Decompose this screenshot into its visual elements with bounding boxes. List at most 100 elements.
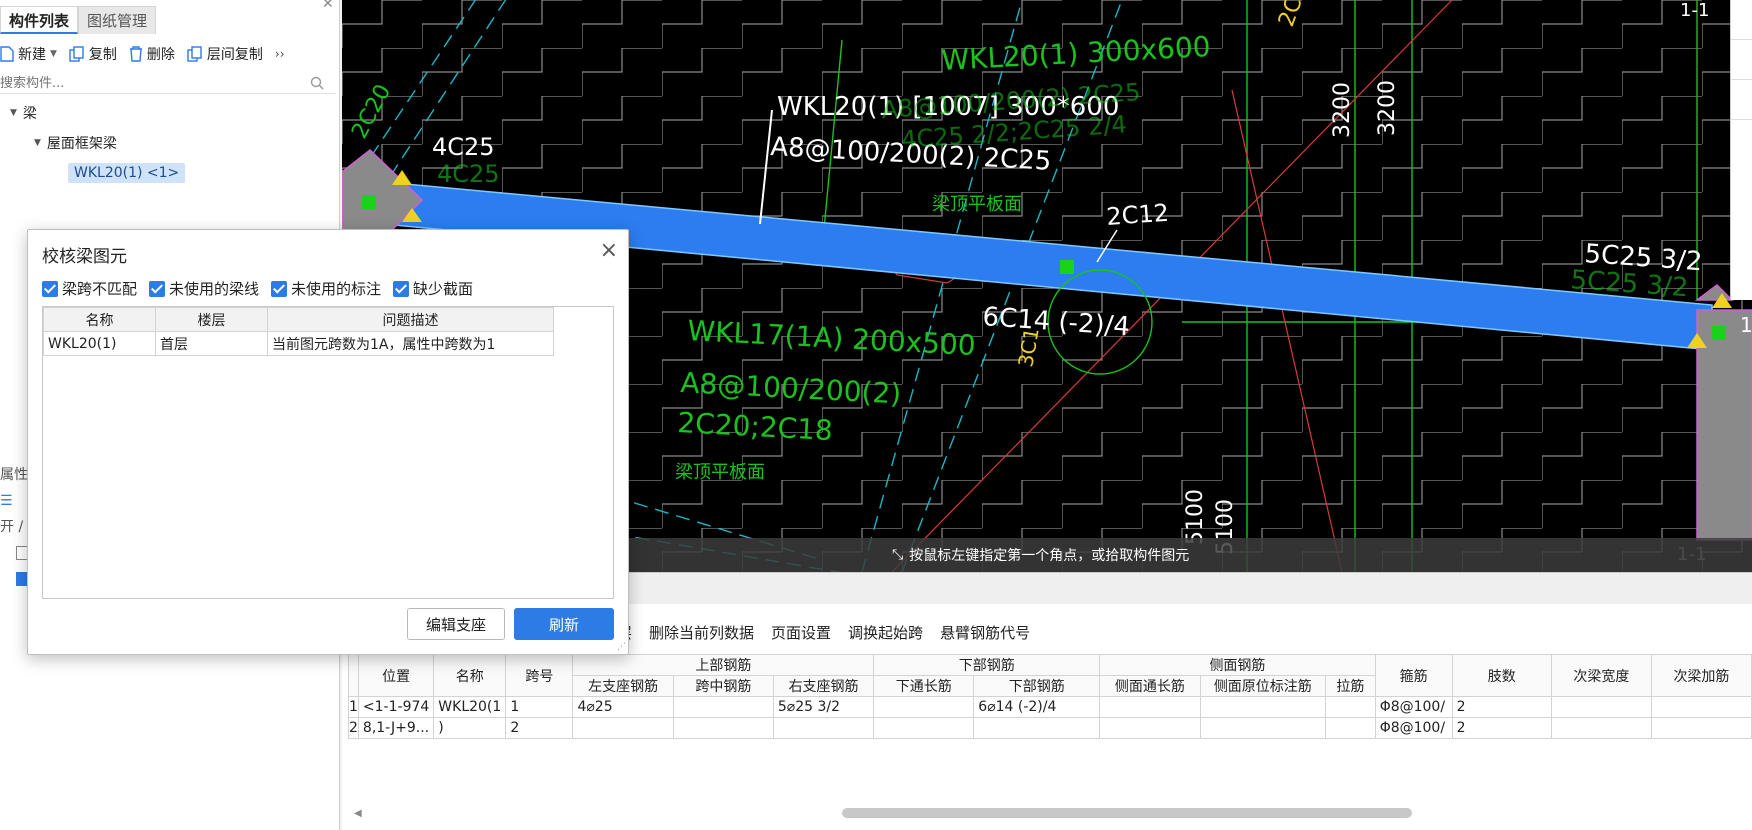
floor-copy-button[interactable]: 层间复制: [187, 44, 263, 64]
col-header-name[interactable]: 名称: [433, 654, 507, 697]
cube-view-icon[interactable]: [1731, 40, 1752, 80]
property-checkbox[interactable]: [0, 540, 30, 566]
col-header-side-original[interactable]: 侧面原位标注筋: [1199, 675, 1327, 697]
tree-node-wkl20[interactable]: WKL20(1) <1>: [0, 158, 340, 188]
resize-grip-icon[interactable]: ⋰: [617, 642, 626, 652]
scroll-left-arrow-icon[interactable]: ◀: [354, 808, 362, 819]
tab-drawing-management[interactable]: 图纸管理: [78, 6, 157, 34]
cell-stirrup[interactable]: Φ8@100/: [1374, 717, 1453, 739]
cell-secondary-width[interactable]: [1550, 696, 1652, 718]
filter-missing-section[interactable]: 缺少截面: [393, 278, 473, 299]
col-header-legs[interactable]: 肢数: [1451, 654, 1552, 697]
column-right[interactable]: [1696, 309, 1752, 541]
filter-unused-beam-line[interactable]: 未使用的梁线: [149, 278, 259, 299]
cell-secondary-add[interactable]: [1650, 696, 1752, 718]
copy-button[interactable]: 复制: [69, 44, 117, 64]
checkbox-checked[interactable]: [42, 280, 58, 297]
cell-span[interactable]: 1: [505, 696, 574, 718]
property-toggle[interactable]: 开 /: [0, 514, 30, 540]
menu-item-delete-column[interactable]: 删除当前列数据: [649, 622, 754, 648]
tree-node-roof-frame-beam[interactable]: ▼ 屋面框架梁: [0, 128, 340, 158]
table-row[interactable]: WKL20(1) 首层 当前图元跨数为1A，属性中跨数为1: [43, 331, 554, 356]
cell-secondary-add[interactable]: [1650, 717, 1752, 739]
caret-down-icon[interactable]: ▼: [34, 138, 41, 148]
cell-side-original[interactable]: [1199, 696, 1327, 718]
col-header-secondary-width[interactable]: 次梁宽度: [1550, 654, 1652, 697]
beam-grip-mid[interactable]: [1060, 260, 1074, 274]
cell-name[interactable]: WKL20(1): [43, 331, 156, 356]
checkbox-checked[interactable]: [149, 280, 166, 297]
delete-button[interactable]: 删除: [129, 44, 175, 64]
col-header-stirrup[interactable]: 箍筋: [1374, 654, 1453, 697]
cell-legs[interactable]: 2: [1451, 717, 1552, 739]
col-header-name[interactable]: 名称: [43, 307, 156, 332]
cell-position[interactable]: 8,1-J+9...: [357, 717, 435, 739]
property-tab[interactable]: 属性: [0, 462, 30, 488]
property-checkbox-checked[interactable]: [0, 566, 30, 592]
refresh-button[interactable]: 刷新: [514, 608, 614, 640]
cell-description[interactable]: 当前图元跨数为1A，属性中跨数为1: [267, 331, 554, 356]
search-icon[interactable]: [310, 76, 324, 90]
layer-view-icon[interactable]: [1731, 80, 1752, 120]
toolbar-more-button[interactable]: ››: [275, 47, 285, 61]
col-header-left-support[interactable]: 左支座钢筋: [572, 675, 674, 697]
menu-item-swap-start-span[interactable]: 调换起始跨: [848, 622, 923, 648]
beam-grip-start[interactable]: [362, 195, 376, 209]
col-header-span[interactable]: 跨号: [505, 654, 574, 697]
cell-right-support[interactable]: 5⌀25 3/2: [772, 696, 875, 718]
col-header-tie[interactable]: 拉筋: [1325, 675, 1376, 697]
caret-down-icon[interactable]: ▼: [10, 108, 17, 118]
cell-bottom-rebar[interactable]: [973, 717, 1101, 739]
col-header-description[interactable]: 问题描述: [267, 307, 554, 332]
horizontal-scrollbar[interactable]: [842, 808, 1412, 818]
cell-bottom-through[interactable]: [873, 696, 975, 718]
cell-mid-span[interactable]: [672, 696, 774, 718]
checkbox-checked[interactable]: [393, 280, 410, 297]
search-input[interactable]: [0, 72, 300, 94]
close-icon[interactable]: ✕: [322, 0, 334, 12]
menu-item-cantilever-code[interactable]: 悬臂钢筋代号: [940, 622, 1030, 648]
menu-item-page-setup[interactable]: 页面设置: [771, 622, 831, 648]
filter-unused-annotation[interactable]: 未使用的标注: [271, 278, 381, 299]
checkbox-checked[interactable]: [271, 280, 288, 297]
cell-side-through[interactable]: [1099, 696, 1201, 718]
cell-stirrup[interactable]: Φ8@100/: [1374, 696, 1453, 718]
cell-legs[interactable]: 2: [1451, 696, 1552, 718]
col-header-secondary-add[interactable]: 次梁加筋: [1650, 654, 1752, 697]
cell-secondary-width[interactable]: [1550, 717, 1652, 739]
cell-bottom-rebar[interactable]: 6⌀14 (-2)/4: [973, 696, 1101, 718]
cell-left-support[interactable]: [572, 717, 674, 739]
cell-span[interactable]: 2: [505, 717, 574, 739]
col-header-bottom-through[interactable]: 下通长筋: [873, 675, 975, 697]
cell-side-through[interactable]: [1099, 717, 1201, 739]
table-row[interactable]: 2 8,1-J+9... ) 2 Φ8@100/ 2: [348, 717, 1752, 739]
col-header-mid-span[interactable]: 跨中钢筋: [672, 675, 774, 697]
cell-tie[interactable]: [1325, 717, 1376, 739]
col-header-floor[interactable]: 楼层: [155, 307, 268, 332]
filter-span-mismatch[interactable]: 梁跨不匹配: [42, 278, 137, 299]
property-toolbar-icon[interactable]: ☰: [0, 488, 30, 514]
cell-name[interactable]: WKL20(1: [433, 696, 507, 718]
beam-grip-end[interactable]: [1712, 326, 1726, 340]
cell-tie[interactable]: [1325, 696, 1376, 718]
cell-position[interactable]: <1-1-974: [357, 696, 435, 718]
3d-view-icon[interactable]: [1731, 0, 1752, 40]
tree-node-beam[interactable]: ▼ 梁: [0, 98, 340, 128]
chevron-down-icon[interactable]: ▼: [50, 49, 57, 59]
edit-support-button[interactable]: 编辑支座: [407, 608, 505, 640]
col-header-side-through[interactable]: 侧面通长筋: [1099, 675, 1201, 697]
cell-mid-span[interactable]: [672, 717, 774, 739]
cell-bottom-through[interactable]: [873, 717, 975, 739]
col-header-right-support[interactable]: 右支座钢筋: [772, 675, 875, 697]
tab-component-list[interactable]: 构件列表: [0, 6, 79, 34]
cell-right-support[interactable]: [772, 717, 875, 739]
cell-floor[interactable]: 首层: [155, 331, 268, 356]
new-button[interactable]: 新建 ▼: [0, 44, 57, 64]
close-icon[interactable]: ×: [600, 238, 618, 263]
table-row[interactable]: 1 <1-1-974 WKL20(1 1 4⌀25 5⌀25 3/2 6⌀14 …: [348, 696, 1752, 718]
cell-name[interactable]: ): [433, 717, 507, 739]
cell-side-original[interactable]: [1199, 717, 1327, 739]
cell-left-support[interactable]: 4⌀25: [572, 696, 674, 718]
col-header-bottom-rebar[interactable]: 下部钢筋: [973, 675, 1101, 697]
col-header-position[interactable]: 位置: [357, 654, 435, 697]
